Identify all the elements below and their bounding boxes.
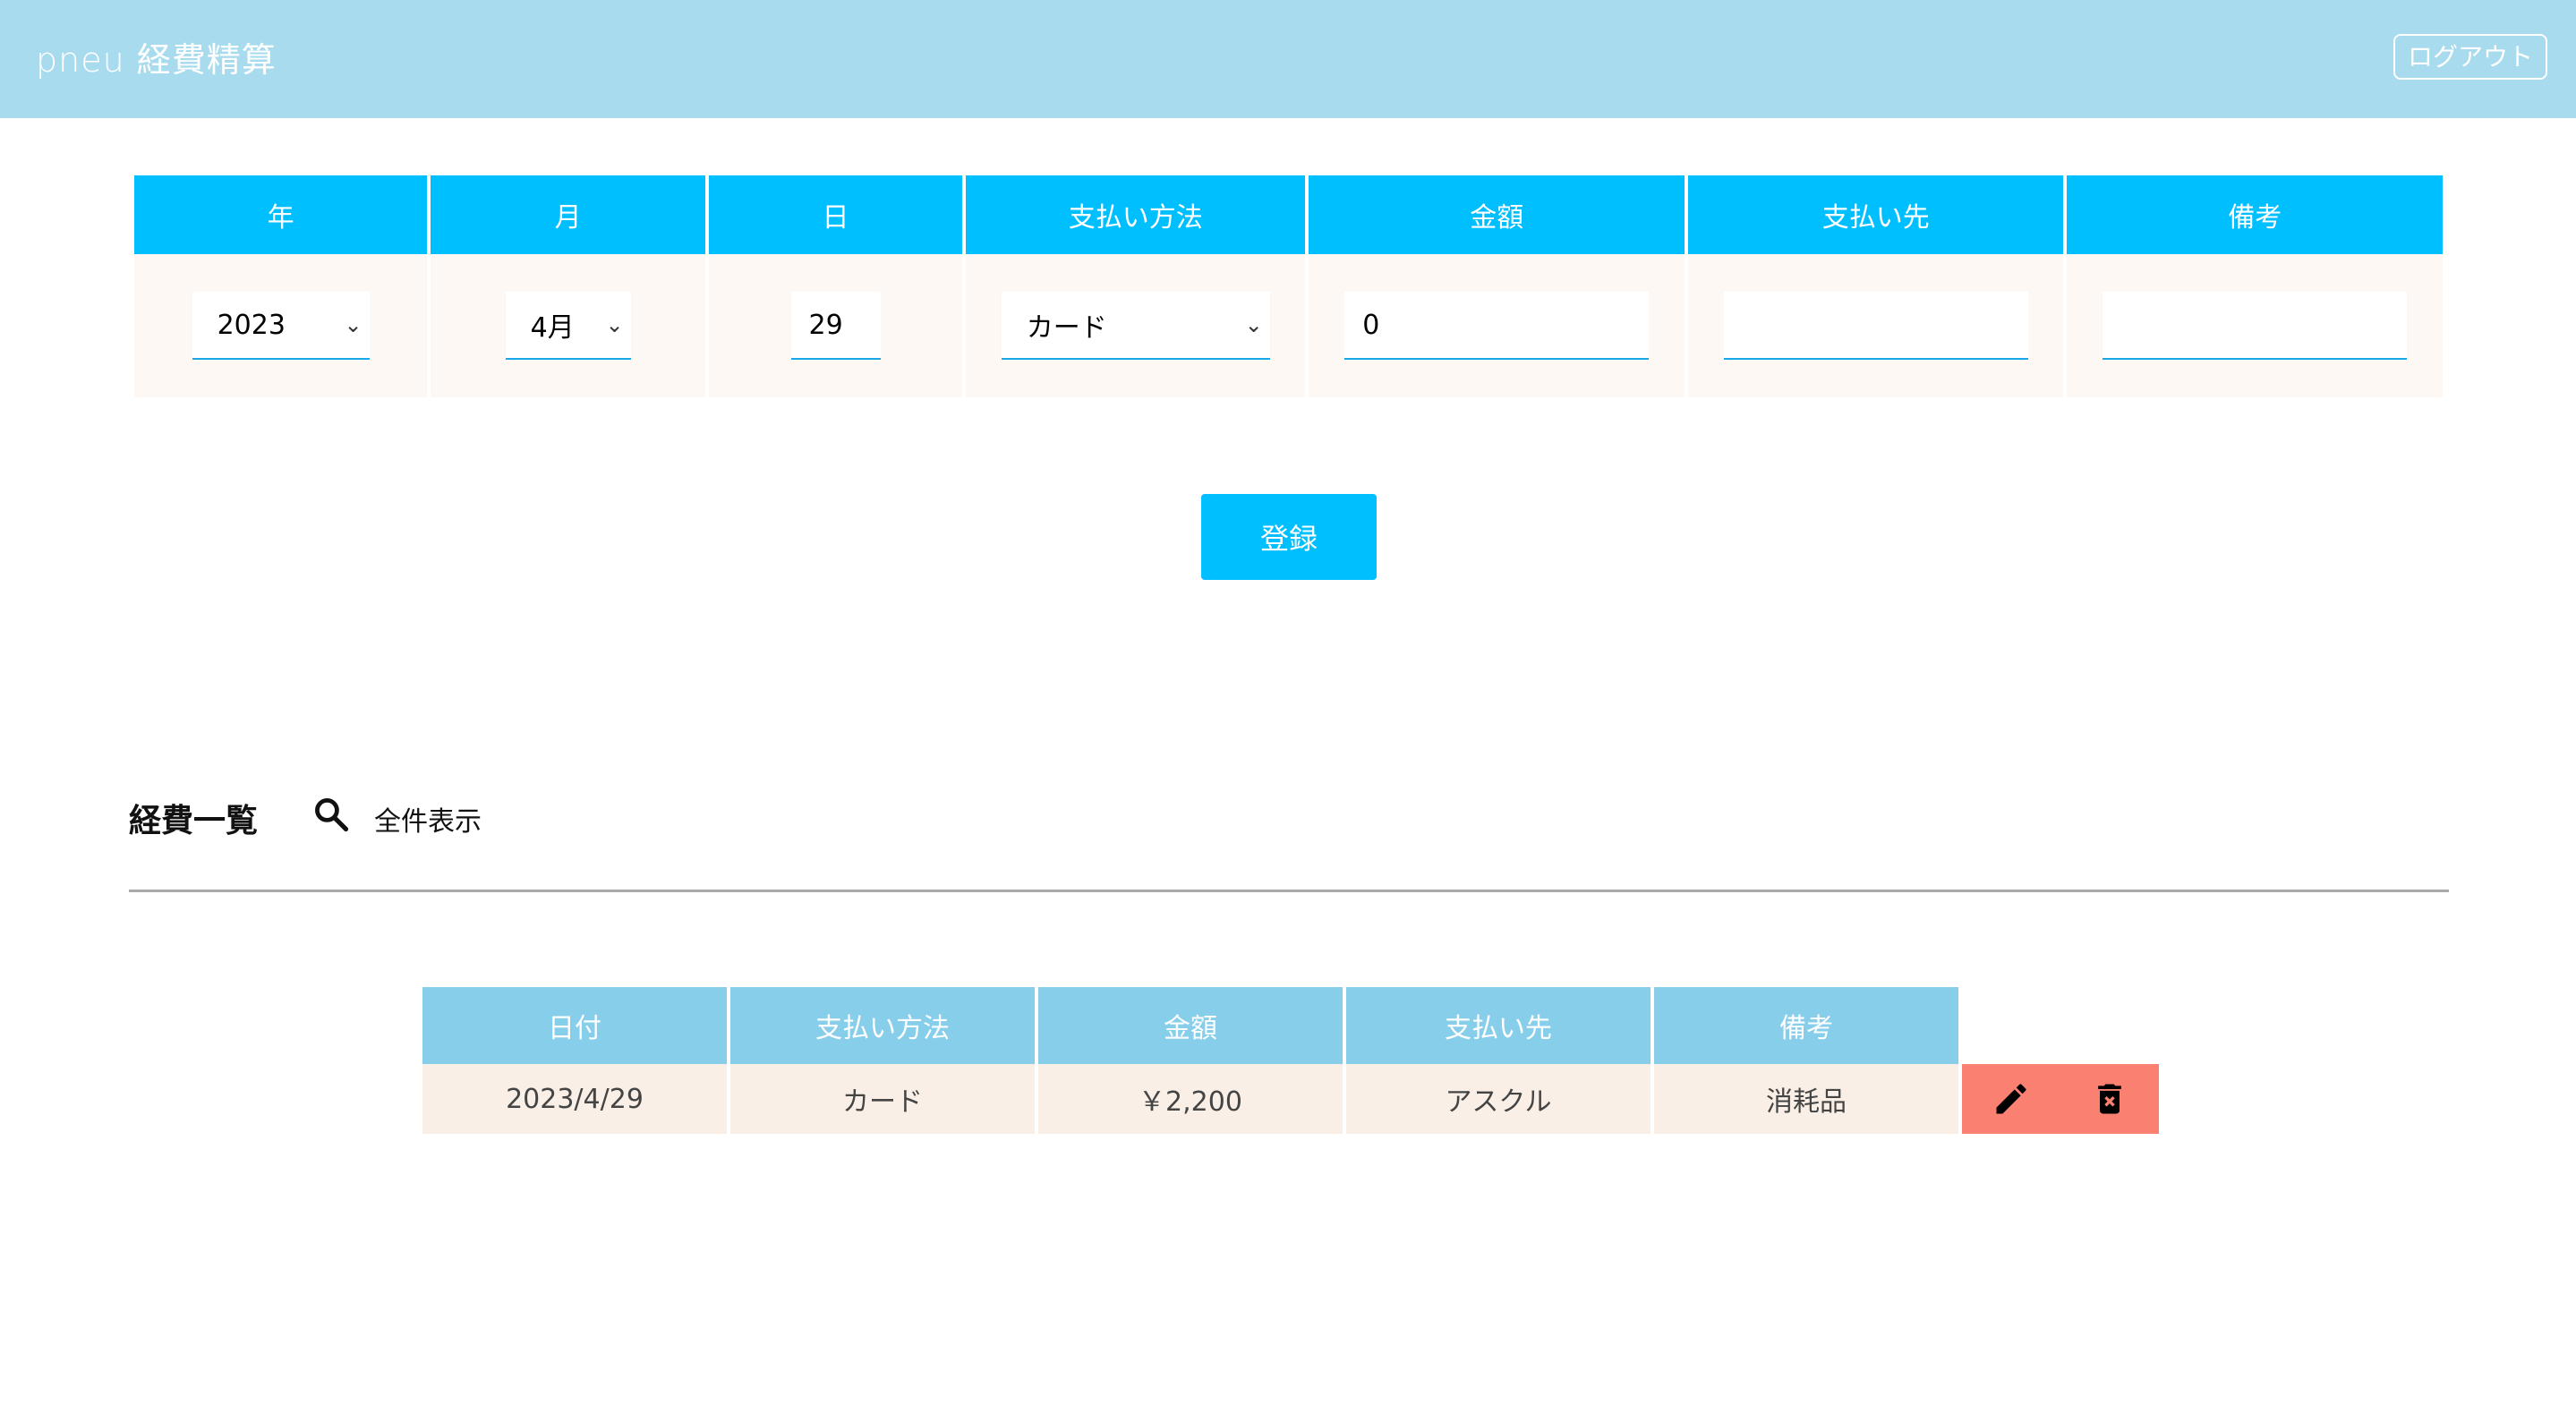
divider xyxy=(129,890,2449,892)
row-amount: ￥2,200 xyxy=(1038,1064,1343,1134)
header-payee: 支払い先 xyxy=(1687,175,2064,254)
amount-value: 0 xyxy=(1362,309,1380,341)
header-payee: 支払い先 xyxy=(1346,987,1651,1064)
header-payment-method: 支払い方法 xyxy=(730,987,1035,1064)
expense-list-header-row: 日付 支払い方法 金額 支払い先 備考 xyxy=(422,987,2159,1064)
header-month: 月 xyxy=(431,175,706,254)
row-method: カード xyxy=(730,1064,1035,1134)
header-note: 備考 xyxy=(2067,175,2443,254)
payment-method-select[interactable]: カード ⌄ xyxy=(1001,292,1270,360)
header-actions xyxy=(1962,987,2159,1064)
header-year: 年 xyxy=(134,175,428,254)
header-payment-method: 支払い方法 xyxy=(965,175,1306,254)
header-amount: 金額 xyxy=(1038,987,1343,1064)
entry-form-table: 年 月 日 支払い方法 金額 支払い先 備考 2023 ⌄ 4月 ⌄ 29 カー… xyxy=(131,175,2446,397)
entry-form-input-row: 2023 ⌄ 4月 ⌄ 29 カード ⌄ 0 xyxy=(134,254,2443,397)
search-icon[interactable] xyxy=(311,795,351,834)
month-value: 4月 xyxy=(530,312,575,344)
header-amount: 金額 xyxy=(1309,175,1685,254)
entry-form-header-row: 年 月 日 支払い方法 金額 支払い先 備考 xyxy=(134,175,2443,254)
pencil-icon[interactable] xyxy=(1992,1079,2031,1119)
amount-input[interactable]: 0 xyxy=(1344,292,1650,360)
show-all-link[interactable]: 全件表示 xyxy=(374,799,482,839)
row-payee: アスクル xyxy=(1346,1064,1651,1134)
payee-input[interactable] xyxy=(1723,292,2028,360)
note-input[interactable] xyxy=(2103,292,2408,360)
header-date: 日付 xyxy=(422,987,727,1064)
year-value: 2023 xyxy=(217,309,286,341)
header-day: 日 xyxy=(709,175,962,254)
month-select[interactable]: 4月 ⌄ xyxy=(505,292,631,360)
expense-list-table: 日付 支払い方法 金額 支払い先 備考 2023/4/29 カード ￥2,200… xyxy=(419,987,2162,1134)
register-button[interactable]: 登録 xyxy=(1201,494,1377,580)
app-title: pneu 経費精算 xyxy=(36,40,277,80)
chevron-down-icon: ⌄ xyxy=(1244,312,1263,337)
row-actions xyxy=(1962,1064,2159,1134)
app-header: pneu 経費精算 ログアウト xyxy=(0,0,2576,118)
trash-icon[interactable] xyxy=(2090,1079,2129,1119)
payment-method-value: カード xyxy=(1026,312,1107,344)
year-select[interactable]: 2023 ⌄ xyxy=(192,292,370,360)
action-buttons xyxy=(1962,1064,2159,1134)
row-note: 消耗品 xyxy=(1654,1064,1958,1134)
day-value: 29 xyxy=(808,309,843,341)
header-note: 備考 xyxy=(1654,987,1958,1064)
row-date: 2023/4/29 xyxy=(422,1064,727,1134)
expense-list-title: 経費一覧 xyxy=(129,803,259,839)
logout-button[interactable]: ログアウト xyxy=(2393,34,2547,80)
day-input[interactable]: 29 xyxy=(790,292,881,360)
table-row: 2023/4/29 カード ￥2,200 アスクル 消耗品 xyxy=(422,1064,2159,1134)
chevron-down-icon: ⌄ xyxy=(605,312,624,337)
chevron-down-icon: ⌄ xyxy=(344,312,363,337)
